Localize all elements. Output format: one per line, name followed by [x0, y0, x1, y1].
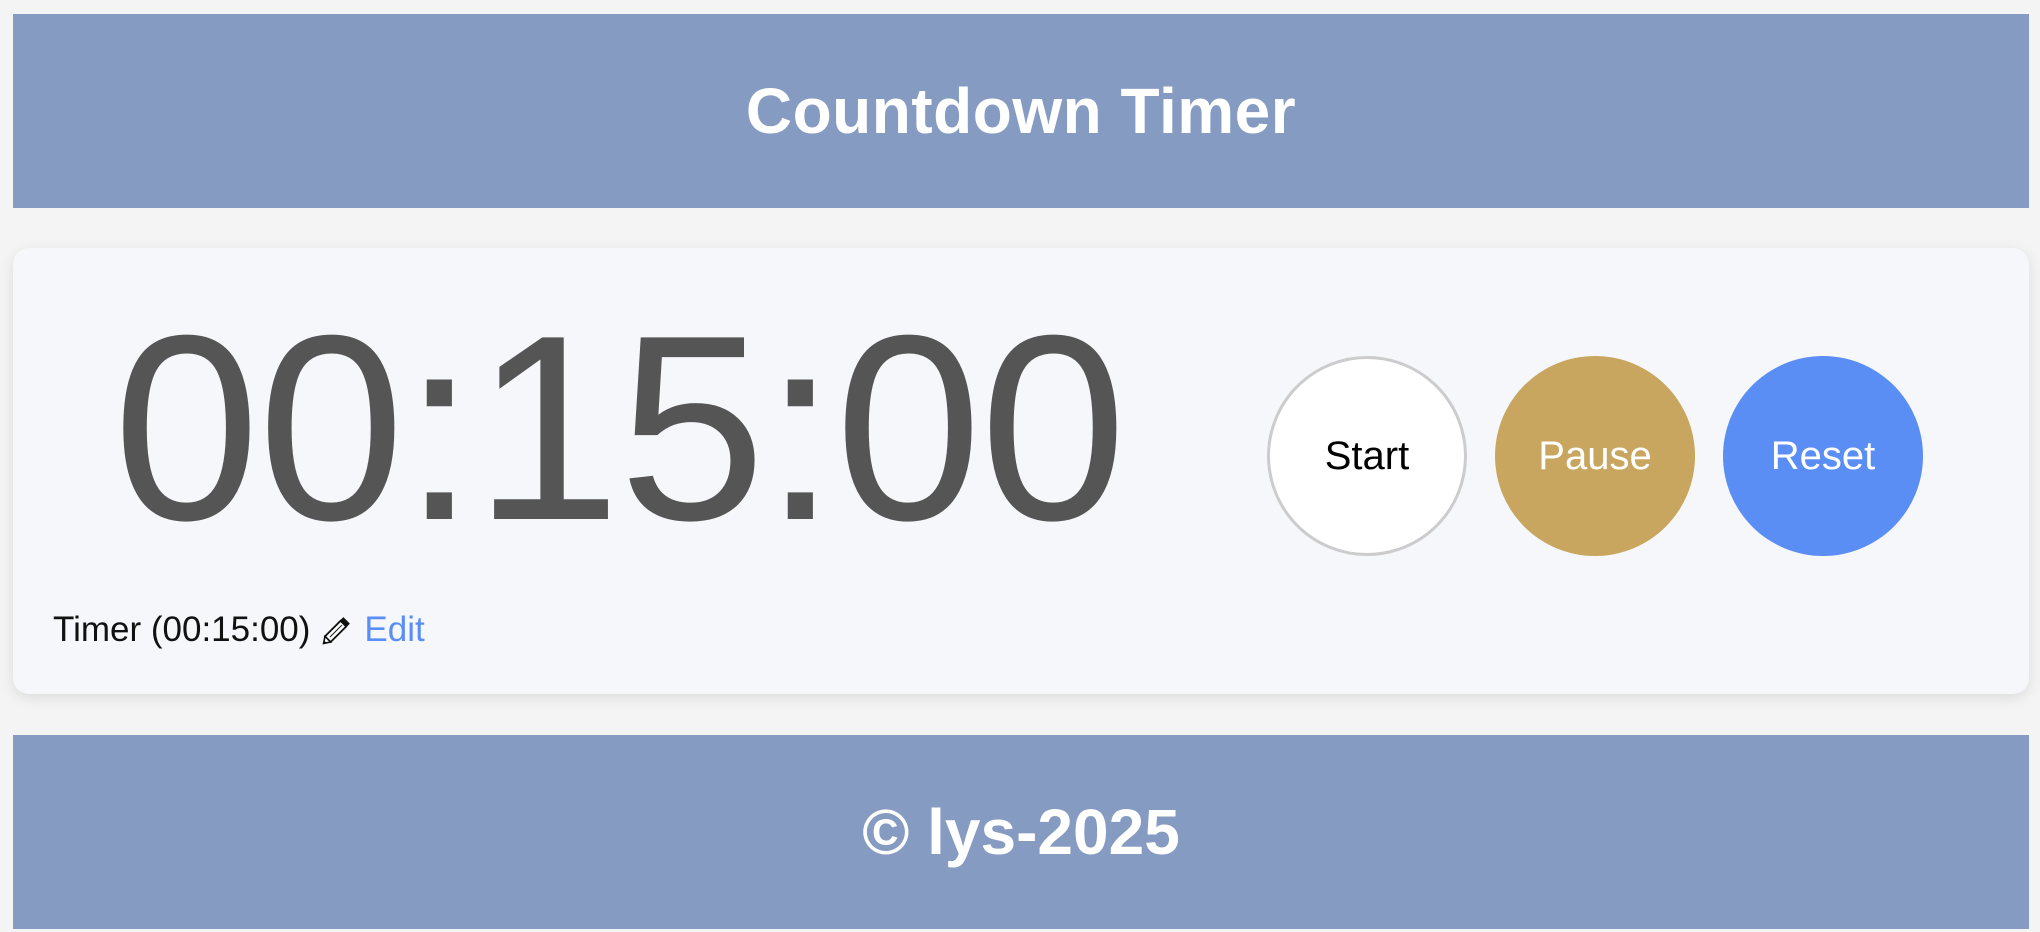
- reset-button[interactable]: Reset: [1723, 356, 1923, 556]
- page-footer: © lys-2025: [13, 735, 2029, 929]
- edit-link[interactable]: Edit: [364, 610, 424, 650]
- footer-copyright: © lys-2025: [862, 796, 1180, 868]
- timer-controls: Start Pause Reset: [1267, 356, 1923, 556]
- page-title: Countdown Timer: [745, 75, 1297, 147]
- countdown-display: 00:15:00: [113, 280, 1127, 575]
- page-header: Countdown Timer: [13, 14, 2029, 208]
- timer-info-row: Timer (00:15:00) Edit: [53, 610, 425, 650]
- pause-button[interactable]: Pause: [1495, 356, 1695, 556]
- timer-card: 00:15:00 Start Pause Reset Timer (00:15:…: [13, 248, 2029, 694]
- pencil-icon[interactable]: [320, 613, 354, 647]
- timer-label: Timer (00:15:00): [53, 610, 311, 649]
- start-button[interactable]: Start: [1267, 356, 1467, 556]
